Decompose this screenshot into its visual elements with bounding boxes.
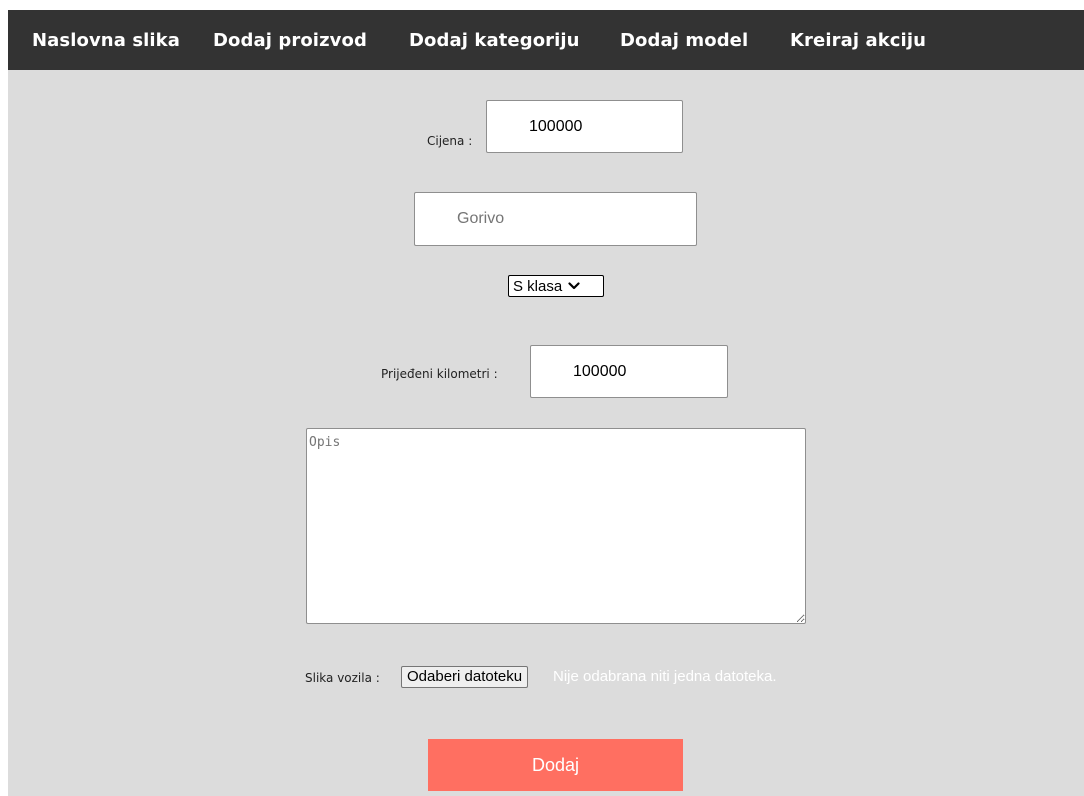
page: Naslovna slika Dodaj proizvod Dodaj kate… [0, 0, 1084, 796]
submit-button[interactable]: Dodaj [428, 739, 683, 791]
nav-item-kreiraj-akciju[interactable]: Kreiraj akciju [790, 10, 926, 70]
app-frame: Naslovna slika Dodaj proizvod Dodaj kate… [8, 10, 1084, 796]
chevron-down-icon [568, 282, 580, 290]
fuel-input[interactable] [414, 192, 697, 246]
file-status-text: Nije odabrana niti jedna datoteka. [553, 668, 777, 685]
nav-item-naslovna-slika[interactable]: Naslovna slika [32, 10, 180, 70]
choose-file-button[interactable]: Odaberi datoteku [401, 666, 529, 688]
price-input[interactable] [486, 100, 683, 153]
model-select-value: S klasa [513, 277, 563, 295]
top-navbar: Naslovna slika Dodaj proizvod Dodaj kate… [8, 10, 1084, 70]
nav-item-dodaj-model[interactable]: Dodaj model [620, 10, 748, 70]
description-textarea[interactable] [306, 428, 806, 624]
price-label: Cijena : [427, 134, 473, 148]
mileage-label: Prijeđeni kilometri : [381, 367, 498, 381]
model-select[interactable]: S klasa [508, 275, 604, 297]
image-upload-label: Slika vozila : [305, 671, 380, 685]
nav-item-dodaj-proizvod[interactable]: Dodaj proizvod [213, 10, 367, 70]
mileage-input[interactable] [530, 345, 728, 398]
nav-item-dodaj-kategoriju[interactable]: Dodaj kategoriju [409, 10, 580, 70]
